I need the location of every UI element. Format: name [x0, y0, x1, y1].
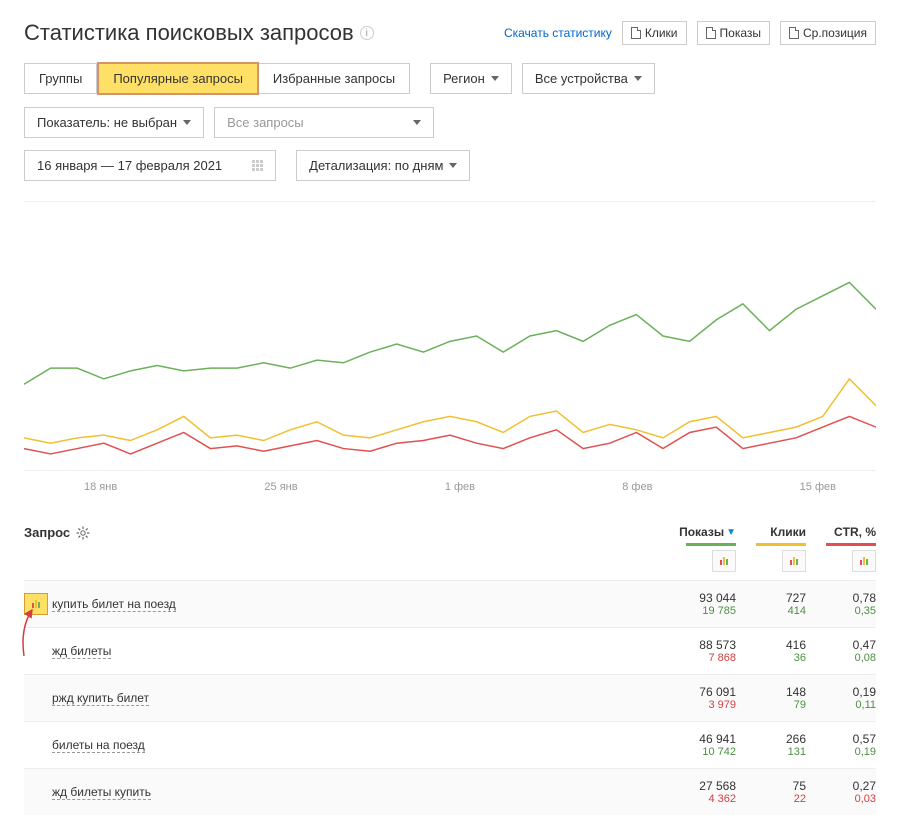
date-range-picker[interactable]: 16 января — 17 февраля 2021 [24, 150, 276, 181]
chevron-down-icon [413, 120, 421, 125]
chart-toggle-button[interactable] [852, 550, 876, 572]
chart [24, 201, 876, 471]
bars-icon [32, 600, 40, 608]
table-row: билеты на поезд46 94110 7422661310,570,1… [24, 721, 876, 768]
clicks-cell: 266131 [736, 732, 806, 758]
document-icon [706, 27, 716, 39]
ctr-cell: 0,190,11 [806, 685, 876, 711]
table-row: ржд купить билет 76 0913 979148790,190,11 [24, 674, 876, 721]
detail-dropdown[interactable]: Детализация: по дням [296, 150, 470, 181]
table-row: жд билеты купить 27 5684 36275220,270,03 [24, 768, 876, 815]
clicks-cell: 727414 [736, 591, 806, 617]
shows-cell: 93 04419 785 [666, 591, 736, 617]
chevron-down-icon [449, 163, 457, 168]
table-row: купить билет на поезд 93 04419 7857274140… [24, 580, 876, 627]
devices-dropdown[interactable]: Все устройства [522, 63, 655, 94]
query-link[interactable]: купить билет на поезд [52, 597, 176, 612]
series-indicator-yellow [756, 543, 806, 546]
page-title: Статистика поисковых запросов i [24, 20, 374, 46]
ctr-cell: 0,780,35 [806, 591, 876, 617]
table-row: жд билеты 88 5737 868416360,470,08 [24, 627, 876, 674]
query-link[interactable]: жд билеты [52, 644, 111, 659]
clicks-export-button[interactable]: Клики [622, 21, 687, 45]
bars-icon [860, 557, 868, 565]
chevron-down-icon [491, 76, 499, 81]
clicks-cell: 14879 [736, 685, 806, 711]
ctr-cell: 0,470,08 [806, 638, 876, 664]
shows-export-button[interactable]: Показы [697, 21, 770, 45]
document-icon [631, 27, 641, 39]
gear-icon[interactable] [76, 526, 90, 540]
query-link[interactable]: жд билеты купить [52, 785, 151, 800]
ctr-column-header[interactable]: CTR, % [806, 525, 876, 572]
region-dropdown[interactable]: Регион [430, 63, 512, 94]
calendar-icon [252, 160, 263, 171]
clicks-cell: 7522 [736, 779, 806, 805]
position-export-button[interactable]: Ср.позиция [780, 21, 876, 45]
document-icon [789, 27, 799, 39]
download-stats-link[interactable]: Скачать статистику [504, 26, 612, 40]
query-column-header[interactable]: Запрос [24, 525, 70, 540]
chart-toggle-button[interactable] [712, 550, 736, 572]
shows-cell: 88 5737 868 [666, 638, 736, 664]
chevron-down-icon [183, 120, 191, 125]
info-icon[interactable]: i [360, 26, 374, 40]
chart-toggle-button[interactable] [782, 550, 806, 572]
shows-cell: 27 5684 362 [666, 779, 736, 805]
tab-favorite-queries[interactable]: Избранные запросы [259, 63, 410, 94]
clicks-cell: 41636 [736, 638, 806, 664]
queries-select[interactable]: Все запросы [214, 107, 434, 138]
shows-column-header[interactable]: Показы▼ [666, 525, 736, 572]
indicator-dropdown[interactable]: Показатель: не выбран [24, 107, 204, 138]
ctr-cell: 0,570,19 [806, 732, 876, 758]
tab-groups[interactable]: Группы [24, 63, 97, 94]
series-indicator-red [826, 543, 876, 546]
tab-popular-queries[interactable]: Популярные запросы [97, 62, 259, 95]
chevron-down-icon [634, 76, 642, 81]
query-link[interactable]: ржд купить билет [52, 691, 149, 706]
shows-cell: 46 94110 742 [666, 732, 736, 758]
shows-cell: 76 0913 979 [666, 685, 736, 711]
bars-icon [790, 557, 798, 565]
row-chart-button[interactable] [24, 593, 48, 615]
sort-descending-icon: ▼ [726, 527, 736, 538]
ctr-cell: 0,270,03 [806, 779, 876, 805]
bars-icon [720, 557, 728, 565]
x-axis: 18 янв25 янв1 фев8 фев15 фев [24, 481, 876, 493]
clicks-column-header[interactable]: Клики [736, 525, 806, 572]
series-indicator-green [686, 543, 736, 546]
